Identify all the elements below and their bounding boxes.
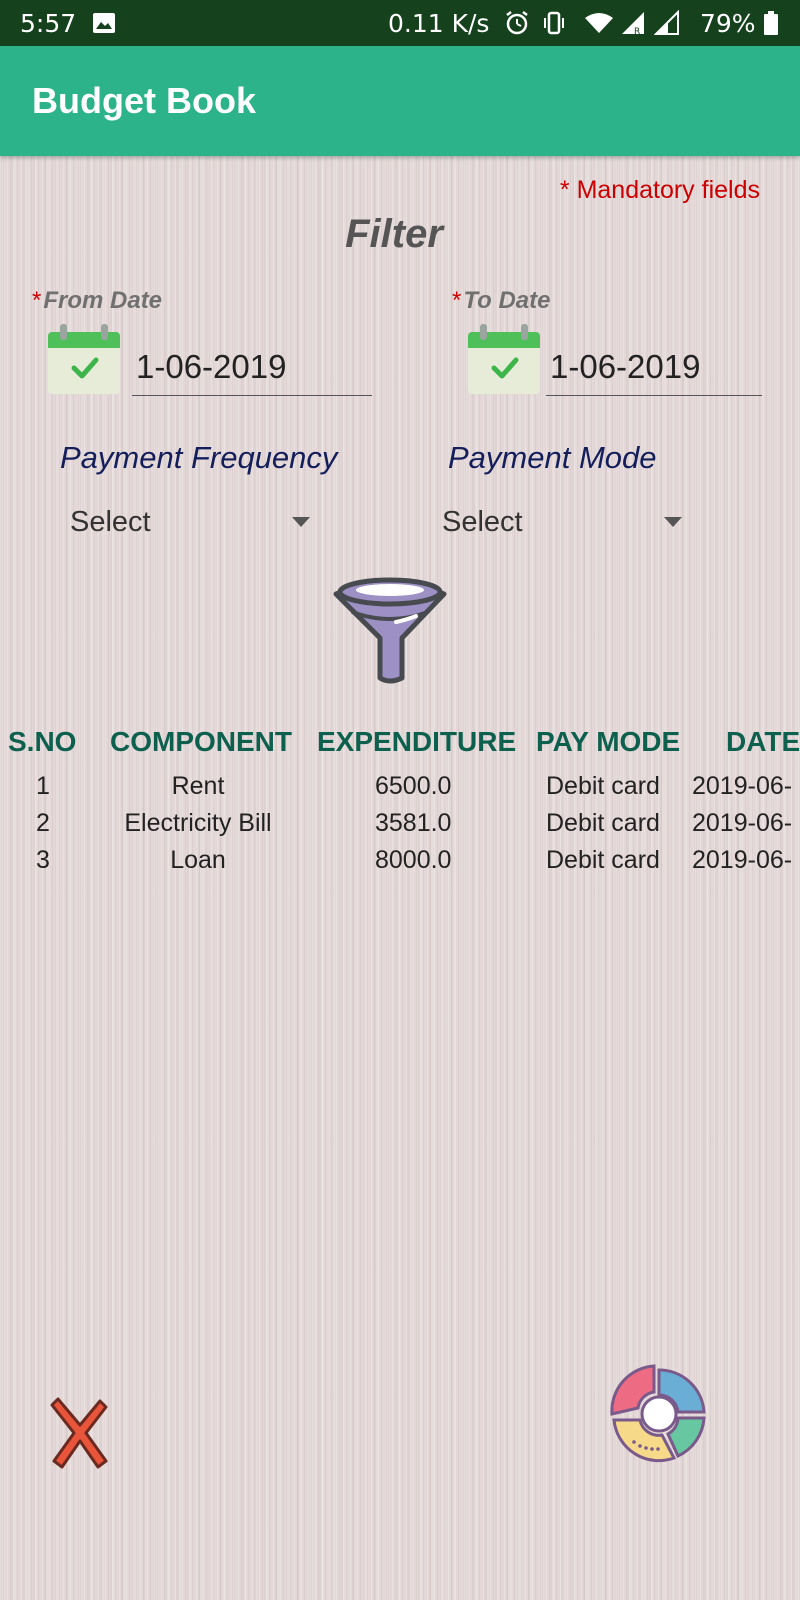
calendar-check-icon[interactable] — [466, 322, 542, 398]
cell-expenditure: 8000.0 — [375, 846, 452, 874]
to-date-label: *To Date — [452, 287, 550, 315]
cell-sno: 3 — [36, 846, 50, 874]
payment-mode-dropdown[interactable]: Select — [442, 500, 692, 544]
dropdown-arrow-icon — [664, 517, 682, 527]
app-bar: Budget Book — [0, 46, 800, 156]
alarm-icon — [506, 11, 528, 35]
status-bar: 5:57 0.11 K/s R 79% — [0, 0, 800, 46]
wifi-icon — [585, 13, 613, 33]
signal-strength-icon: R — [622, 12, 644, 36]
cell-date: 2019-06- — [692, 772, 793, 800]
close-x-icon[interactable] — [50, 1395, 110, 1471]
payment-frequency-dropdown[interactable]: Select — [70, 500, 320, 544]
from-date-label: *From Date — [32, 287, 162, 315]
cell-sno: 2 — [36, 809, 50, 837]
table-header-expenditure: EXPENDITURE — [317, 726, 517, 757]
cell-pay-mode: Debit card — [546, 846, 660, 874]
to-date-field[interactable]: 1-06-2019 — [546, 338, 762, 396]
required-marker: * — [452, 287, 462, 314]
calendar-check-icon[interactable] — [46, 322, 122, 398]
from-date-label-text: From Date — [43, 287, 163, 314]
to-date-label-text: To Date — [463, 287, 551, 314]
cell-sno: 1 — [36, 772, 50, 800]
table-header-date: DATE — [726, 726, 800, 757]
battery-percent: 79% — [700, 9, 756, 38]
vibrate-icon — [544, 11, 564, 35]
payment-frequency-label: Payment Frequency — [60, 440, 338, 475]
from-date-field[interactable]: 1-06-2019 — [132, 338, 372, 396]
table-header-component: COMPONENT — [110, 726, 292, 757]
mandatory-fields-note: * Mandatory fields — [559, 176, 760, 204]
battery-icon — [764, 11, 778, 35]
cell-expenditure: 3581.0 — [375, 809, 452, 837]
payment-mode-label: Payment Mode — [448, 440, 657, 475]
filter-title: Filter — [345, 212, 443, 256]
gallery-icon — [93, 13, 115, 33]
network-speed: 0.11 K/s — [388, 9, 490, 38]
cell-component: Rent — [171, 772, 225, 800]
cell-component: Electricity Bill — [124, 809, 272, 837]
cell-date: 2019-06- — [692, 846, 793, 874]
donut-chart-icon[interactable] — [604, 1362, 714, 1468]
payment-mode-value: Select — [442, 506, 523, 538]
svg-text:R: R — [634, 27, 640, 36]
cell-pay-mode: Debit card — [546, 809, 660, 837]
signal-strength-icon-2 — [654, 10, 679, 35]
table-header-pay-mode: PAY MODE — [536, 726, 681, 757]
cell-pay-mode: Debit card — [546, 772, 660, 800]
status-time: 5:57 — [20, 9, 77, 38]
table-header-sno: S.NO — [8, 726, 77, 757]
cell-expenditure: 6500.0 — [375, 772, 452, 800]
funnel-icon[interactable] — [330, 574, 450, 686]
dropdown-arrow-icon — [292, 517, 310, 527]
required-marker: * — [32, 287, 42, 314]
payment-frequency-value: Select — [70, 506, 151, 538]
app-title: Budget Book — [32, 80, 256, 121]
cell-date: 2019-06- — [692, 809, 793, 837]
cell-component: Loan — [170, 846, 226, 874]
